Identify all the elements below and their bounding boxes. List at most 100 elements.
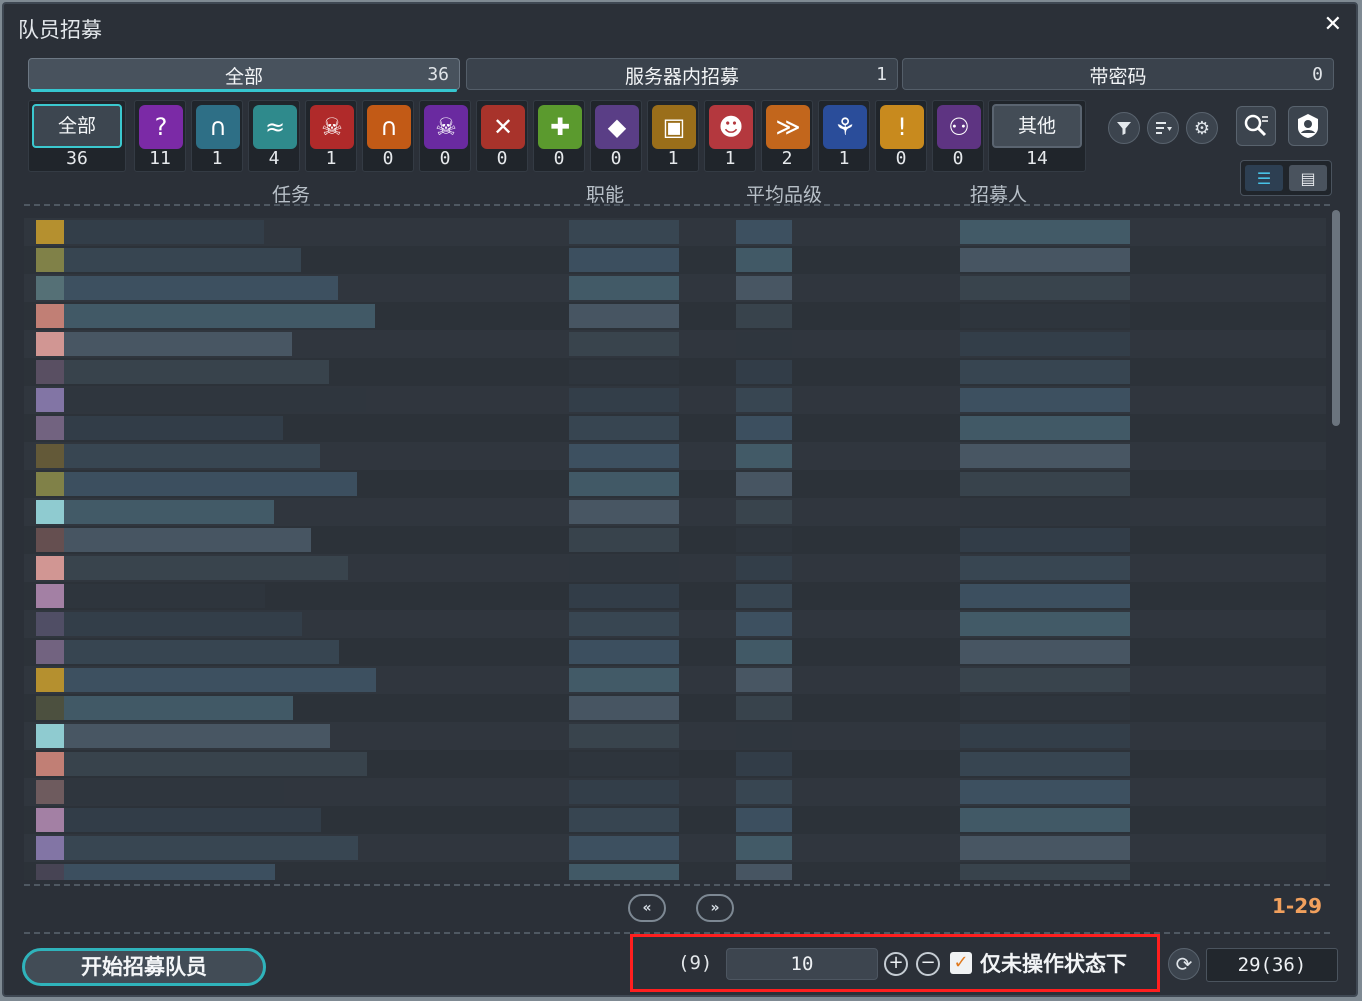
category-item[interactable]: ☠ 1 [305,100,357,172]
row-cell [64,612,302,636]
category-item[interactable]: ⚇ 0 [932,100,984,172]
category-item[interactable]: ? 11 [134,100,186,172]
minus-icon[interactable]: − [916,952,940,976]
row-cell [736,472,792,496]
row-cell [569,836,679,860]
list-row[interactable] [24,358,1326,386]
row-avatar [36,416,64,440]
list-view-icon[interactable]: ☰ [1245,165,1283,191]
list-row[interactable] [24,582,1326,610]
category-item[interactable]: ◆ 0 [590,100,642,172]
compact-view-icon[interactable]: ▤ [1289,165,1327,191]
row-cell [736,528,792,552]
tab-server[interactable]: 服务器内招募 1 [466,58,898,90]
idle-only-checkbox[interactable]: ✓ [950,952,972,974]
category-item[interactable]: ✚ 0 [533,100,585,172]
category-other[interactable]: 其他 14 [988,100,1086,172]
list-row[interactable] [24,554,1326,582]
column-task[interactable]: 任务 [272,180,310,207]
list-row[interactable] [24,638,1326,666]
row-avatar [36,668,64,692]
list-row[interactable] [24,330,1326,358]
start-recruit-button[interactable]: 开始招募队员 [22,948,266,986]
list-row[interactable] [24,694,1326,722]
search-icon[interactable] [1236,106,1276,146]
question-icon: ? [139,105,183,149]
idle-only-label[interactable]: 仅未操作状态下 [980,948,1127,978]
refresh-icon[interactable]: ⟳ [1168,948,1200,980]
prev-page-button[interactable]: « [628,894,666,922]
row-cell [960,780,1130,804]
category-item[interactable]: ≈4 [248,100,300,172]
category-item[interactable]: ⚘ 1 [818,100,870,172]
divider [24,884,1330,886]
list-row[interactable] [24,414,1326,442]
row-cell [569,360,679,384]
list-row[interactable] [24,778,1326,806]
list-row[interactable] [24,218,1326,246]
category-item[interactable]: ∩ 1 [191,100,243,172]
fire-gate-icon: ∩ [367,105,411,149]
list-row[interactable] [24,526,1326,554]
category-item[interactable]: ∩ 0 [362,100,414,172]
row-cell [736,612,792,636]
tab-password[interactable]: 带密码 0 [902,58,1334,90]
profile-shield-icon[interactable] [1288,106,1328,146]
list-row[interactable] [24,722,1326,750]
number-field[interactable]: 10 [726,948,878,980]
row-avatar [36,332,64,356]
row-avatar [36,696,64,720]
row-avatar [36,444,64,468]
category-item[interactable]: ☻ 1 [704,100,756,172]
column-job[interactable]: 职能 [586,180,624,207]
list-row[interactable] [24,302,1326,330]
row-cell [64,500,274,524]
category-count: 1 [838,148,850,169]
category-all[interactable]: 全部 36 [28,100,126,172]
category-count: 1 [724,148,736,169]
list-row[interactable] [24,610,1326,638]
row-cell [960,864,1130,880]
category-item[interactable]: ☠ 0 [419,100,471,172]
tab-count: 1 [876,64,887,85]
plus-icon[interactable]: + [884,952,908,976]
list-row[interactable] [24,834,1326,862]
list-row[interactable] [24,274,1326,302]
row-cell [64,668,376,692]
row-cell [960,640,1130,664]
row-cell [64,696,293,720]
category-item[interactable]: ≫ 2 [761,100,813,172]
list-row[interactable] [24,862,1326,880]
list-row[interactable] [24,442,1326,470]
list-row[interactable] [24,498,1326,526]
crossed-swords-icon: ✕ [481,105,525,149]
row-cell [960,808,1130,832]
row-cell [64,864,275,880]
category-count: 1 [667,148,679,169]
list-row[interactable] [24,386,1326,414]
list-row[interactable] [24,806,1326,834]
category-item[interactable]: ▣ 1 [647,100,699,172]
row-cell [569,304,679,328]
tab-all[interactable]: 全部 36 [28,58,460,92]
list-row[interactable] [24,246,1326,274]
row-cell [569,780,679,804]
list-row[interactable] [24,666,1326,694]
filter-icon[interactable] [1108,112,1140,144]
next-page-button[interactable]: » [696,894,734,922]
sort-list-icon[interactable] [1147,112,1179,144]
row-cell [64,360,329,384]
row-cell [736,276,792,300]
gear-icon[interactable]: ⚙ [1186,112,1218,144]
category-item[interactable]: ✕ 0 [476,100,528,172]
close-icon[interactable]: ✕ [1324,12,1342,37]
scrollbar[interactable] [1332,210,1340,426]
list-row[interactable] [24,470,1326,498]
category-item[interactable]: ! 0 [875,100,927,172]
row-cell [960,332,1130,356]
row-cell [960,444,1130,468]
row-cell [736,668,792,692]
column-avg-grade[interactable]: 平均品级 [746,180,822,207]
column-recruiter[interactable]: 招募人 [970,180,1027,207]
list-row[interactable] [24,750,1326,778]
